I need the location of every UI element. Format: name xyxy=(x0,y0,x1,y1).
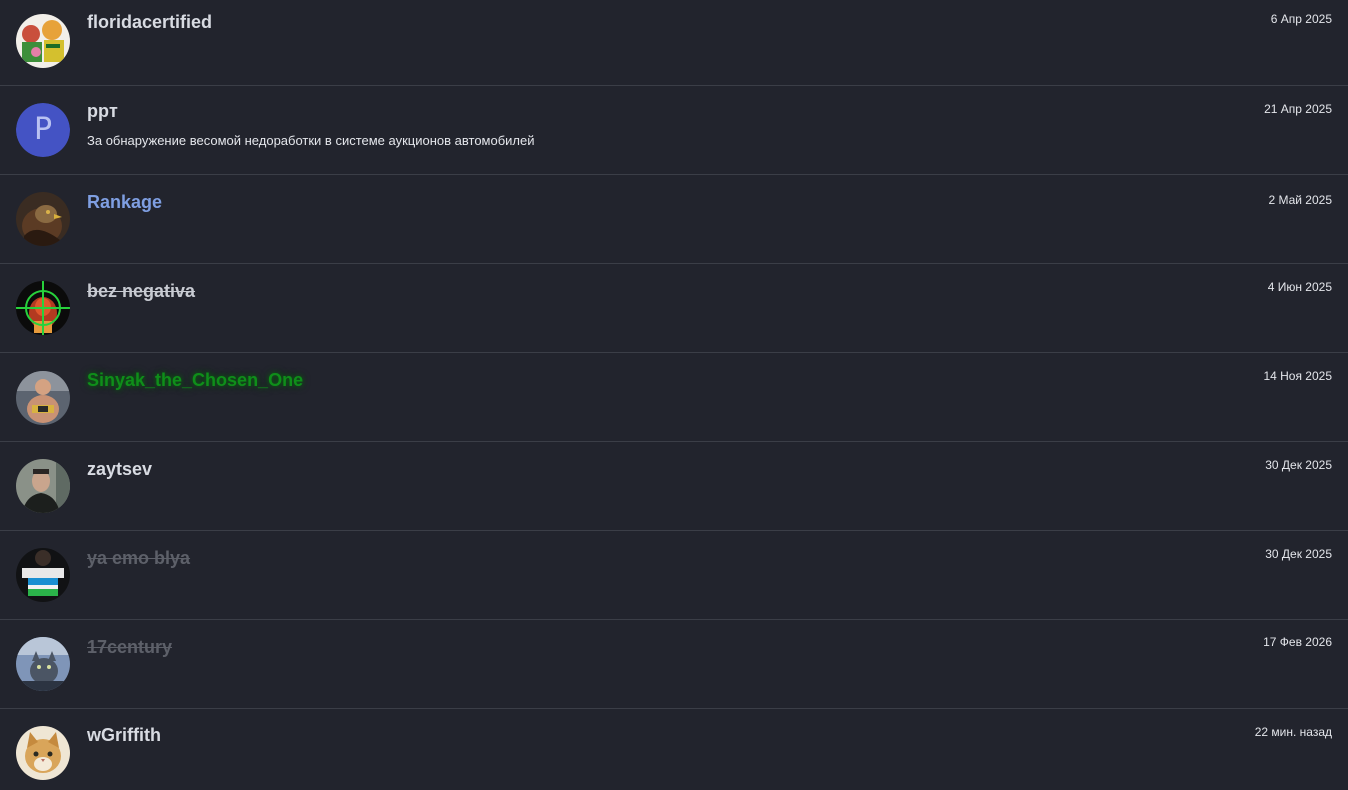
letter-avatar[interactable]: P xyxy=(16,103,70,157)
list-item: floridacertified 6 Апр 2025 xyxy=(0,0,1348,86)
list-item: P ppт За обнаружение весомой недоработки… xyxy=(0,86,1348,175)
member-list: floridacertified 6 Апр 2025 P ppт За обн… xyxy=(0,0,1348,790)
avatar-letter: P xyxy=(16,103,70,157)
username-link[interactable]: 17century xyxy=(87,637,172,658)
date-label: 2 Май 2025 xyxy=(1268,193,1332,207)
list-item: wGriffith 22 мин. назад xyxy=(0,709,1348,790)
date-label: 22 мин. назад xyxy=(1254,725,1332,739)
date-label: 6 Апр 2025 xyxy=(1270,12,1332,26)
cat-face-avatar[interactable] xyxy=(16,726,70,780)
list-item: 17century 17 Фев 2026 xyxy=(0,620,1348,709)
username-link[interactable]: Rankage xyxy=(87,192,162,213)
username-link[interactable]: floridacertified xyxy=(87,12,212,33)
award-comment: За обнаружение весомой недоработки в сис… xyxy=(87,133,535,148)
date-label: 30 Дек 2025 xyxy=(1265,458,1332,472)
flag-shirt-avatar[interactable] xyxy=(16,548,70,602)
date-label: 4 Июн 2025 xyxy=(1267,280,1332,294)
username-link[interactable]: zaytsev xyxy=(87,459,152,480)
username-link[interactable]: ya emo blya xyxy=(87,548,190,569)
crosshair-avatar[interactable] xyxy=(16,281,70,335)
username-link[interactable]: ppт xyxy=(87,101,118,122)
list-item: ya emo blya 30 Дек 2025 xyxy=(0,531,1348,620)
list-item: Rankage 2 Май 2025 xyxy=(0,175,1348,264)
fighter-avatar[interactable] xyxy=(16,371,70,425)
list-item: zaytsev 30 Дек 2025 xyxy=(0,442,1348,531)
date-label: 17 Фев 2026 xyxy=(1263,635,1332,649)
date-label: 21 Апр 2025 xyxy=(1264,102,1332,116)
eagle-avatar[interactable] xyxy=(16,192,70,246)
list-item: bez negativa 4 Июн 2025 xyxy=(0,264,1348,353)
date-label: 30 Дек 2025 xyxy=(1265,547,1332,561)
date-label: 14 Ноя 2025 xyxy=(1263,369,1332,383)
list-item: Sinyak_the_Chosen_One 14 Ноя 2025 xyxy=(0,353,1348,442)
man-portrait-avatar[interactable] xyxy=(16,459,70,513)
username-link[interactable]: Sinyak_the_Chosen_One xyxy=(87,370,303,391)
cartoon-characters-avatar[interactable] xyxy=(16,14,70,68)
cat-car-avatar[interactable] xyxy=(16,637,70,691)
username-link[interactable]: bez negativa xyxy=(87,281,195,302)
username-link[interactable]: wGriffith xyxy=(87,725,161,746)
